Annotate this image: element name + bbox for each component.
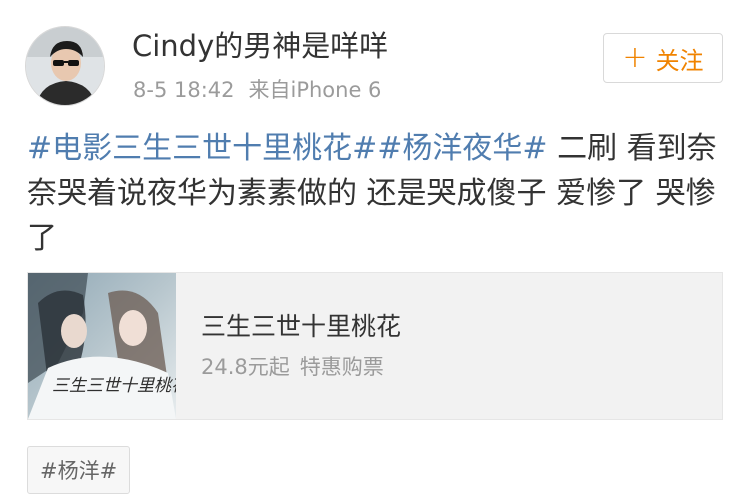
movie-card-info: 三生三世十里桃花 24.8元起 特惠购票 — [176, 310, 401, 382]
poster-title-text: 三生三世十里桃花 — [52, 376, 176, 396]
ticket-promo: 特惠购票 — [299, 355, 384, 379]
topic-link[interactable]: #电影三生三世十里桃花# — [27, 131, 377, 166]
post-time: 8-5 18:42 — [133, 78, 235, 102]
avatar[interactable] — [25, 26, 105, 106]
post-meta: 8-5 18:42 来自iPhone 6 — [133, 76, 381, 104]
follow-button[interactable]: + 关注 — [603, 33, 723, 83]
poster-image: 三生三世十里桃花 — [28, 273, 176, 419]
topic-link[interactable]: #杨洋夜华# — [377, 131, 547, 166]
movie-poster: 三生三世十里桃花 — [28, 273, 176, 419]
movie-card[interactable]: 三生三世十里桃花 三生三世十里桃花 24.8元起 特惠购票 — [27, 272, 723, 420]
post-text: #电影三生三世十里桃花##杨洋夜华# 二刷 看到奈奈哭着说夜华为素素做的 还是哭… — [27, 126, 727, 261]
plus-icon: + — [622, 40, 648, 75]
ticket-info: 24.8元起 特惠购票 — [201, 352, 401, 382]
movie-title: 三生三世十里桃花 — [201, 312, 402, 341]
post-header: Cindy的男神是咩咩 8-5 18:42 来自iPhone 6 + 关注 — [0, 0, 750, 120]
post-source: 来自iPhone 6 — [248, 78, 382, 102]
avatar-image — [26, 27, 104, 105]
topic-tag[interactable]: #杨洋# — [27, 446, 131, 494]
username[interactable]: Cindy的男神是咩咩 — [132, 28, 388, 64]
ticket-price: 24.8元起 — [201, 355, 290, 379]
follow-label: 关注 — [655, 46, 704, 75]
